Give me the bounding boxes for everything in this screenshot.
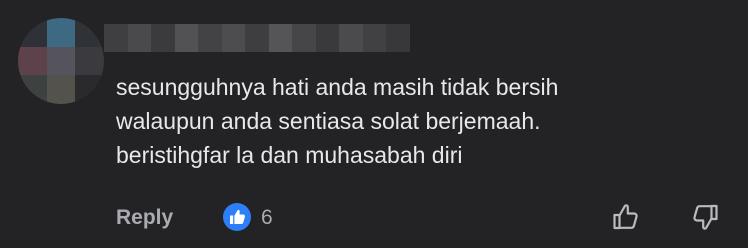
thumbs-down-outline-icon[interactable] (690, 202, 720, 232)
name-blur-pixel (104, 24, 128, 52)
name-blur-pixel (127, 24, 152, 52)
name-blur-pixel (245, 24, 269, 52)
reply-button[interactable]: Reply (116, 206, 173, 230)
avatar[interactable] (18, 18, 104, 104)
name-blur-pixel (268, 24, 293, 52)
name-blur-pixel (315, 24, 340, 52)
avatar-pixel (75, 46, 104, 76)
avatar-pixel (18, 75, 47, 104)
comment-text: sesungguhnya hati anda masih tidak bersi… (116, 74, 559, 168)
like-count: 6 (261, 206, 273, 229)
avatar-pixel (75, 75, 104, 104)
avatar-pixel (75, 18, 104, 47)
name-blur-pixel (362, 24, 387, 52)
name-blur-pixel (198, 24, 222, 52)
avatar-pixel (46, 18, 76, 47)
avatar-pixel (18, 46, 47, 76)
avatar-pixel (46, 46, 76, 76)
thumbs-up-outline-icon[interactable] (611, 202, 641, 232)
name-blur-pixel (292, 24, 316, 52)
name-blur-pixel (151, 24, 175, 52)
name-blur-pixel (174, 24, 199, 52)
name-blur-pixel (386, 24, 410, 52)
author-name-blurred[interactable] (104, 24, 410, 52)
thumbs-up-badge-icon (223, 203, 251, 231)
name-blur-pixel (221, 24, 246, 52)
avatar-pixel (46, 75, 76, 104)
name-blur-pixel (339, 24, 363, 52)
avatar-pixel (18, 18, 47, 47)
comment: sesungguhnya hati anda masih tidak bersi… (0, 0, 748, 248)
